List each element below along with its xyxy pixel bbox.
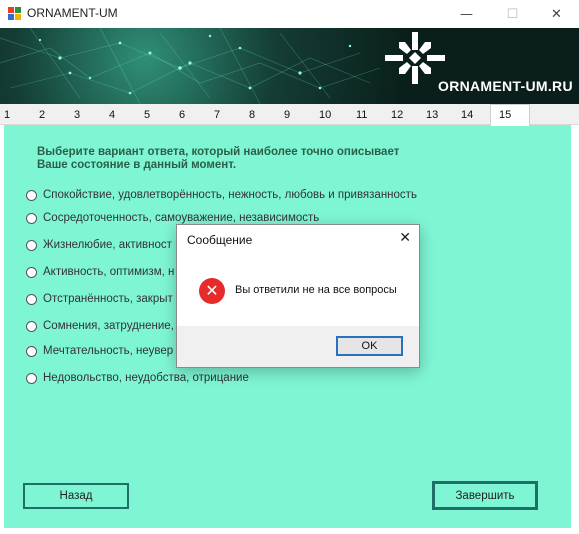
tab-7[interactable]: 7 <box>214 106 220 124</box>
message-dialog: Сообщение ✕ ✕ Вы ответили не на все вопр… <box>176 224 420 368</box>
option-label: Сосредоточенность, самоуважение, независ… <box>43 212 320 224</box>
option-label: Спокойствие, удовлетворённость, нежность… <box>43 189 417 201</box>
minimize-button[interactable]: — <box>444 0 489 28</box>
radio-button[interactable] <box>26 189 37 201</box>
radio-button[interactable] <box>26 293 37 305</box>
option-7[interactable]: Мечтательность, неувер <box>26 345 173 357</box>
option-5[interactable]: Отстранённость, закрыт <box>26 293 173 305</box>
app-window: ORNAMENT-UM — ☐ ✕ ORNAMENT-UM.RU 1 2 3 4… <box>0 0 579 534</box>
close-window-button[interactable]: ✕ <box>534 0 579 28</box>
radio-button[interactable] <box>26 320 37 332</box>
option-4[interactable]: Активность, оптимизм, н <box>26 266 174 278</box>
dialog-footer: OK <box>177 326 419 367</box>
radio-button[interactable] <box>26 212 37 224</box>
tab-11[interactable]: 11 <box>356 106 367 124</box>
option-3[interactable]: Жизнелюбие, активност <box>26 239 172 251</box>
tab-4[interactable]: 4 <box>109 106 115 124</box>
question-text: Выберите вариант ответа, который наиболе… <box>37 146 400 171</box>
option-label: Недовольство, неудобства, отрицание <box>43 372 249 384</box>
option-label: Отстранённость, закрыт <box>43 293 173 305</box>
dialog-title: Сообщение <box>187 233 253 247</box>
tab-10[interactable]: 10 <box>319 106 331 124</box>
option-8[interactable]: Недовольство, неудобства, отрицание <box>26 372 249 384</box>
option-label: Сомнения, затруднение, <box>43 320 174 332</box>
tab-2[interactable]: 2 <box>39 106 45 124</box>
question-tabs: 1 2 3 4 5 6 7 8 9 10 11 12 13 14 15 <box>0 104 579 126</box>
dialog-message: Вы ответили не на все вопросы <box>235 284 397 296</box>
radio-button[interactable] <box>26 345 37 357</box>
back-button[interactable]: Назад <box>23 483 129 509</box>
error-icon: ✕ <box>199 278 225 304</box>
tab-15[interactable]: 15 <box>490 104 530 126</box>
option-1[interactable]: Спокойствие, удовлетворённость, нежность… <box>26 189 417 201</box>
tab-5[interactable]: 5 <box>144 106 150 124</box>
radio-button[interactable] <box>26 239 37 251</box>
radio-button[interactable] <box>26 266 37 278</box>
maximize-button[interactable]: ☐ <box>490 0 535 28</box>
tab-13[interactable]: 13 <box>426 106 438 124</box>
tab-6[interactable]: 6 <box>179 106 185 124</box>
ok-button[interactable]: OK <box>336 336 403 356</box>
window-title: ORNAMENT-UM <box>27 6 118 20</box>
radio-button[interactable] <box>26 372 37 384</box>
ornament-logo-icon <box>385 32 445 84</box>
tab-8[interactable]: 8 <box>249 106 255 124</box>
option-2[interactable]: Сосредоточенность, самоуважение, независ… <box>26 212 319 224</box>
title-bar: ORNAMENT-UM — ☐ ✕ <box>0 0 579 28</box>
app-icon <box>8 7 21 20</box>
dialog-close-icon[interactable]: ✕ <box>399 230 411 246</box>
tab-9[interactable]: 9 <box>284 106 290 124</box>
tab-12[interactable]: 12 <box>391 106 403 124</box>
tab-1[interactable]: 1 <box>4 106 10 124</box>
finish-button[interactable]: Завершить <box>432 481 538 510</box>
option-label: Жизнелюбие, активност <box>43 239 172 251</box>
tab-3[interactable]: 3 <box>74 106 80 124</box>
option-label: Активность, оптимизм, н <box>43 266 175 278</box>
brand-text: ORNAMENT-UM.RU <box>438 78 573 94</box>
option-label: Мечтательность, неувер <box>43 345 174 357</box>
option-6[interactable]: Сомнения, затруднение, <box>26 320 174 332</box>
tab-14[interactable]: 14 <box>461 106 473 124</box>
